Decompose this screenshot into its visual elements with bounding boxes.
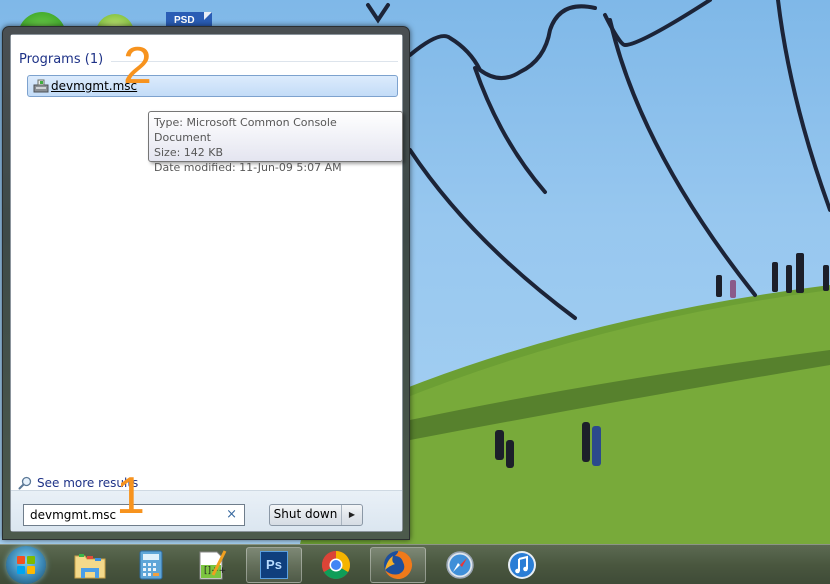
- file-info-tooltip: Type: Microsoft Common Console Document …: [148, 111, 403, 174]
- group-divider: [111, 61, 398, 62]
- start-menu-panel: Programs (1) devmgmt.msc Type: Microsoft…: [10, 34, 403, 532]
- tooltip-date-modified: Date modified: 11-Jun-09 5:07 AM: [154, 161, 342, 174]
- clear-search-icon[interactable]: ×: [226, 507, 237, 522]
- tooltip-type: Type: Microsoft Common Console Document: [154, 116, 337, 144]
- taskbar-item-windows-explorer[interactable]: [62, 547, 118, 583]
- safari-icon: [446, 551, 474, 579]
- mmc-console-icon: [33, 79, 49, 93]
- windows-logo-icon: [17, 556, 35, 574]
- taskbar-item-itunes[interactable]: [494, 547, 550, 583]
- magnifier-icon: [18, 476, 32, 490]
- start-menu: Programs (1) devmgmt.msc Type: Microsoft…: [2, 26, 410, 540]
- annotation-step-2: 2: [123, 37, 152, 95]
- taskbar-item-photoshop[interactable]: Ps: [246, 547, 302, 583]
- firefox-icon: [384, 550, 413, 579]
- wallpaper-sculpture: [366, 0, 830, 320]
- taskbar: []++ Ps: [0, 544, 830, 584]
- itunes-icon: [508, 551, 536, 579]
- result-item-devmgmt[interactable]: devmgmt.msc: [27, 75, 398, 97]
- shutdown-button[interactable]: Shut down: [270, 505, 342, 525]
- taskbar-item-notepad-plus-plus[interactable]: []++: [184, 547, 240, 583]
- programs-group-header: Programs (1): [19, 52, 104, 67]
- shutdown-button-group: Shut down ▶: [269, 504, 363, 526]
- windows-explorer-icon: [74, 554, 106, 579]
- search-results: Programs (1) devmgmt.msc Type: Microsoft…: [11, 35, 403, 490]
- notepad-plus-plus-icon: []++: [199, 550, 227, 580]
- shutdown-options-arrow-icon[interactable]: ▶: [342, 505, 362, 525]
- chrome-icon: [322, 551, 350, 579]
- photoshop-icon: Ps: [260, 551, 288, 579]
- taskbar-item-safari[interactable]: [432, 547, 488, 583]
- taskbar-item-firefox[interactable]: [370, 547, 426, 583]
- annotation-step-1: 1: [116, 467, 145, 525]
- taskbar-item-calculator[interactable]: [123, 547, 179, 583]
- taskbar-item-google-chrome[interactable]: [308, 547, 364, 583]
- start-menu-bottom-bar: × Shut down ▶: [11, 490, 402, 531]
- tooltip-size: Size: 142 KB: [154, 146, 224, 159]
- calculator-icon: [139, 550, 163, 580]
- start-button[interactable]: [6, 546, 46, 584]
